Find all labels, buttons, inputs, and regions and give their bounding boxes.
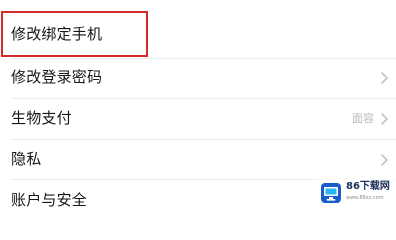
chevron-right-icon xyxy=(381,112,388,125)
chevron-right-icon xyxy=(381,71,388,84)
settings-item-biometric-payment[interactable]: 生物支付 面容 xyxy=(0,98,396,139)
settings-item-label: 账户与安全 xyxy=(11,191,88,209)
watermark-subtitle: www.86xz.com xyxy=(346,195,384,201)
highlight-box xyxy=(1,11,148,57)
watermark: 86下载网 www.86xz.com xyxy=(318,178,396,208)
chevron-right-icon xyxy=(381,153,388,166)
settings-item-label: 隐私 xyxy=(11,150,42,168)
download-site-logo-icon xyxy=(321,183,341,203)
settings-item-label: 生物支付 xyxy=(11,109,72,127)
biometric-status-value: 面容 xyxy=(352,112,374,125)
settings-item-privacy[interactable]: 隐私 xyxy=(0,139,396,180)
watermark-title: 86下载网 xyxy=(346,181,390,192)
settings-item-change-login-password[interactable]: 修改登录密码 xyxy=(0,57,396,98)
settings-item-label: 修改登录密码 xyxy=(11,68,103,86)
